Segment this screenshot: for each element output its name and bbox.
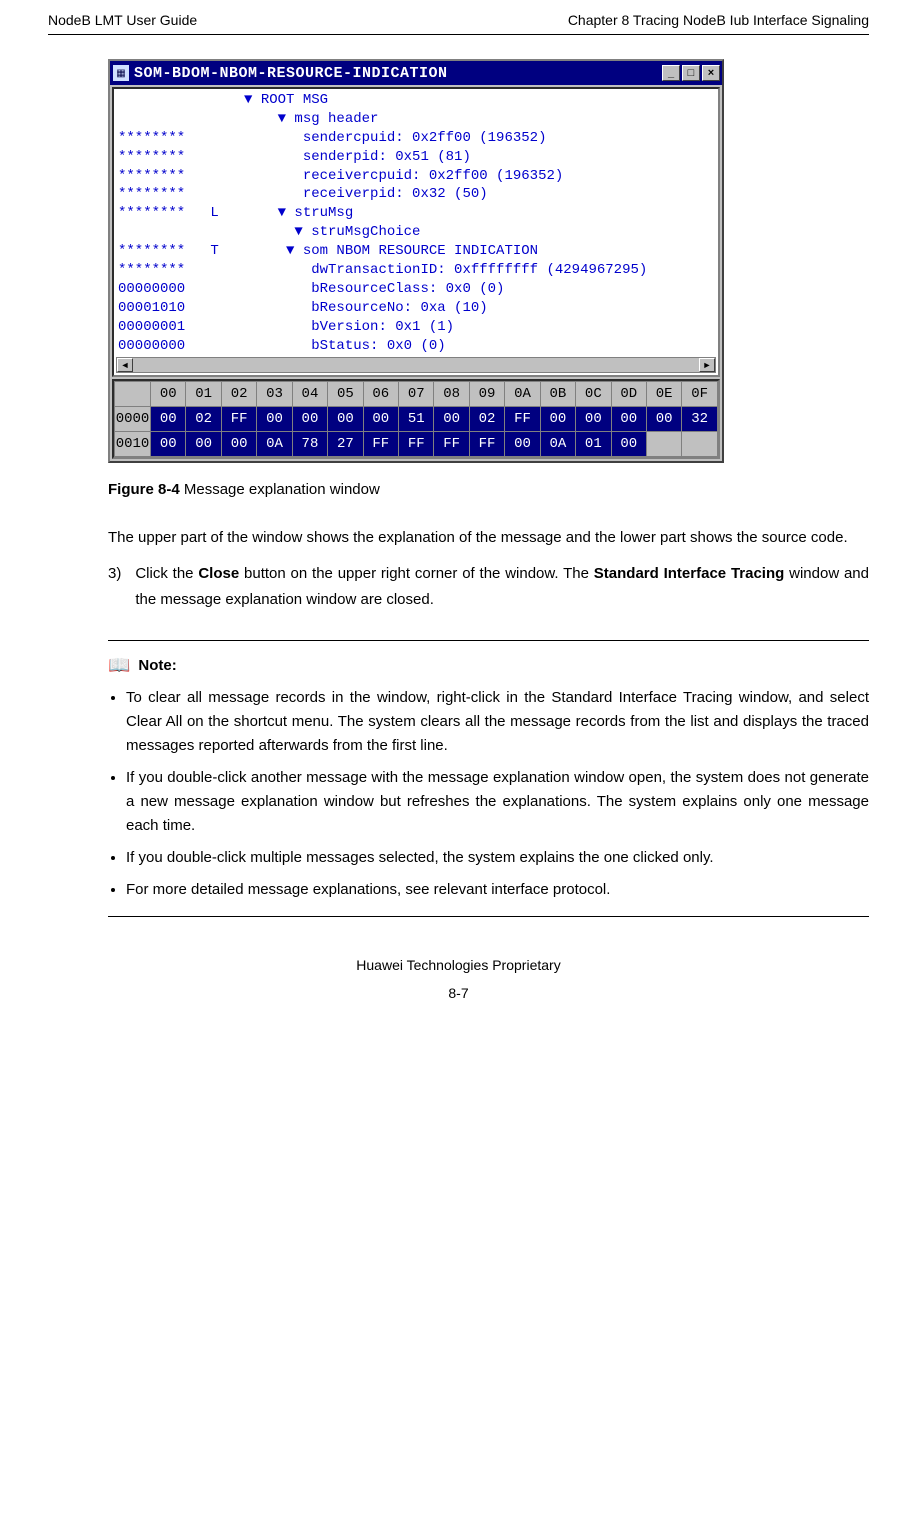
hex-col: 0D — [611, 382, 646, 407]
hex-col: 09 — [469, 382, 504, 407]
scroll-right-icon[interactable]: ► — [699, 358, 715, 372]
hex-col: 0B — [540, 382, 575, 407]
note-label: Note: — [138, 657, 176, 674]
t: button on the upper right corner of the … — [239, 565, 594, 582]
hex-col: 00 — [151, 382, 186, 407]
hex-byte: 00 — [186, 432, 221, 457]
hex-byte: 78 — [292, 432, 327, 457]
note-bottom-rule — [108, 916, 869, 917]
figure-caption: Figure 8-4 Message explanation window — [108, 481, 869, 498]
note-item: To clear all message records in the wind… — [126, 686, 869, 758]
hex-col: 03 — [257, 382, 292, 407]
hex-byte: 00 — [434, 407, 469, 432]
step-3: 3) Click the Close button on the upper r… — [108, 561, 869, 612]
hex-byte: 00 — [221, 432, 256, 457]
message-window: ▦ SOM-BDOM-NBOM-RESOURCE-INDICATION _ □ … — [108, 59, 724, 463]
hex-addr: 0010 — [115, 432, 151, 457]
figure-label: Figure 8-4 — [108, 481, 180, 498]
hex-byte: 00 — [257, 407, 292, 432]
hex-byte: 00 — [540, 407, 575, 432]
hex-col: 01 — [186, 382, 221, 407]
hex-byte: 00 — [505, 432, 540, 457]
hex-addr: 0000 — [115, 407, 151, 432]
step-number: 3) — [108, 561, 121, 612]
hex-byte: 00 — [611, 407, 646, 432]
hex-col: 0F — [682, 382, 718, 407]
hex-byte: 00 — [611, 432, 646, 457]
note-item: If you double-click another message with… — [126, 766, 869, 838]
book-icon: 📖 — [108, 655, 130, 676]
hex-col: 0A — [505, 382, 540, 407]
footer-proprietary: Huawei Technologies Proprietary — [48, 957, 869, 973]
hex-col: 07 — [399, 382, 434, 407]
close-bold: Close — [198, 565, 239, 582]
message-tree-pane: ▼ ROOT MSG ▼ msg header ******** senderc… — [112, 87, 720, 377]
hex-byte: FF — [469, 432, 504, 457]
hex-byte: 00 — [292, 407, 327, 432]
hex-byte: 00 — [646, 407, 681, 432]
hex-byte: 00 — [328, 407, 363, 432]
note-item: For more detailed message explanations, … — [126, 878, 869, 902]
scroll-left-icon[interactable]: ◄ — [117, 358, 133, 372]
note-top-rule — [108, 640, 869, 641]
hex-byte: FF — [363, 432, 398, 457]
maximize-button[interactable]: □ — [682, 65, 700, 81]
hex-byte: 02 — [469, 407, 504, 432]
hex-byte: FF — [434, 432, 469, 457]
header-rule — [48, 34, 869, 35]
hex-col: 0E — [646, 382, 681, 407]
paragraph-upper-lower: The upper part of the window shows the e… — [108, 526, 869, 549]
hex-byte: 00 — [151, 432, 186, 457]
note-heading: 📖 Note: — [108, 655, 869, 676]
hex-col: 0C — [576, 382, 611, 407]
minimize-button[interactable]: _ — [662, 65, 680, 81]
hex-byte: 02 — [186, 407, 221, 432]
step-text: Click the Close button on the upper righ… — [135, 561, 869, 612]
hex-col: 06 — [363, 382, 398, 407]
hex-col: 04 — [292, 382, 327, 407]
sit-bold: Standard Interface Tracing — [594, 565, 785, 582]
hex-byte: FF — [505, 407, 540, 432]
header-left: NodeB LMT User Guide — [48, 12, 197, 28]
hex-byte: 0A — [257, 432, 292, 457]
titlebar: ▦ SOM-BDOM-NBOM-RESOURCE-INDICATION _ □ … — [110, 61, 722, 85]
hex-empty — [682, 432, 718, 457]
window-title: SOM-BDOM-NBOM-RESOURCE-INDICATION — [134, 65, 660, 82]
hex-byte: 51 — [399, 407, 434, 432]
hex-col: 02 — [221, 382, 256, 407]
t: Click the — [135, 565, 198, 582]
hex-empty — [646, 432, 681, 457]
hex-byte: 00 — [151, 407, 186, 432]
header-right: Chapter 8 Tracing NodeB Iub Interface Si… — [568, 12, 869, 28]
hex-byte: 32 — [682, 407, 718, 432]
hex-byte: 0A — [540, 432, 575, 457]
note-item: If you double-click multiple messages se… — [126, 846, 869, 870]
figure-text: Message explanation window — [180, 481, 380, 498]
hex-byte: 01 — [576, 432, 611, 457]
hex-table: 000102030405060708090A0B0C0D0E0F00000002… — [114, 381, 718, 457]
hex-byte: 00 — [576, 407, 611, 432]
hex-byte: 00 — [363, 407, 398, 432]
page-number: 8-7 — [48, 985, 869, 1001]
hex-col: 05 — [328, 382, 363, 407]
note-list: To clear all message records in the wind… — [108, 686, 869, 902]
app-icon: ▦ — [112, 64, 130, 82]
hex-dump-pane: 000102030405060708090A0B0C0D0E0F00000002… — [112, 379, 720, 459]
hex-byte: FF — [399, 432, 434, 457]
close-button[interactable]: × — [702, 65, 720, 81]
hex-col: 08 — [434, 382, 469, 407]
h-scrollbar[interactable]: ◄ ► — [116, 357, 716, 373]
message-tree: ▼ ROOT MSG ▼ msg header ******** senderc… — [114, 89, 718, 357]
hex-byte: 27 — [328, 432, 363, 457]
hex-byte: FF — [221, 407, 256, 432]
